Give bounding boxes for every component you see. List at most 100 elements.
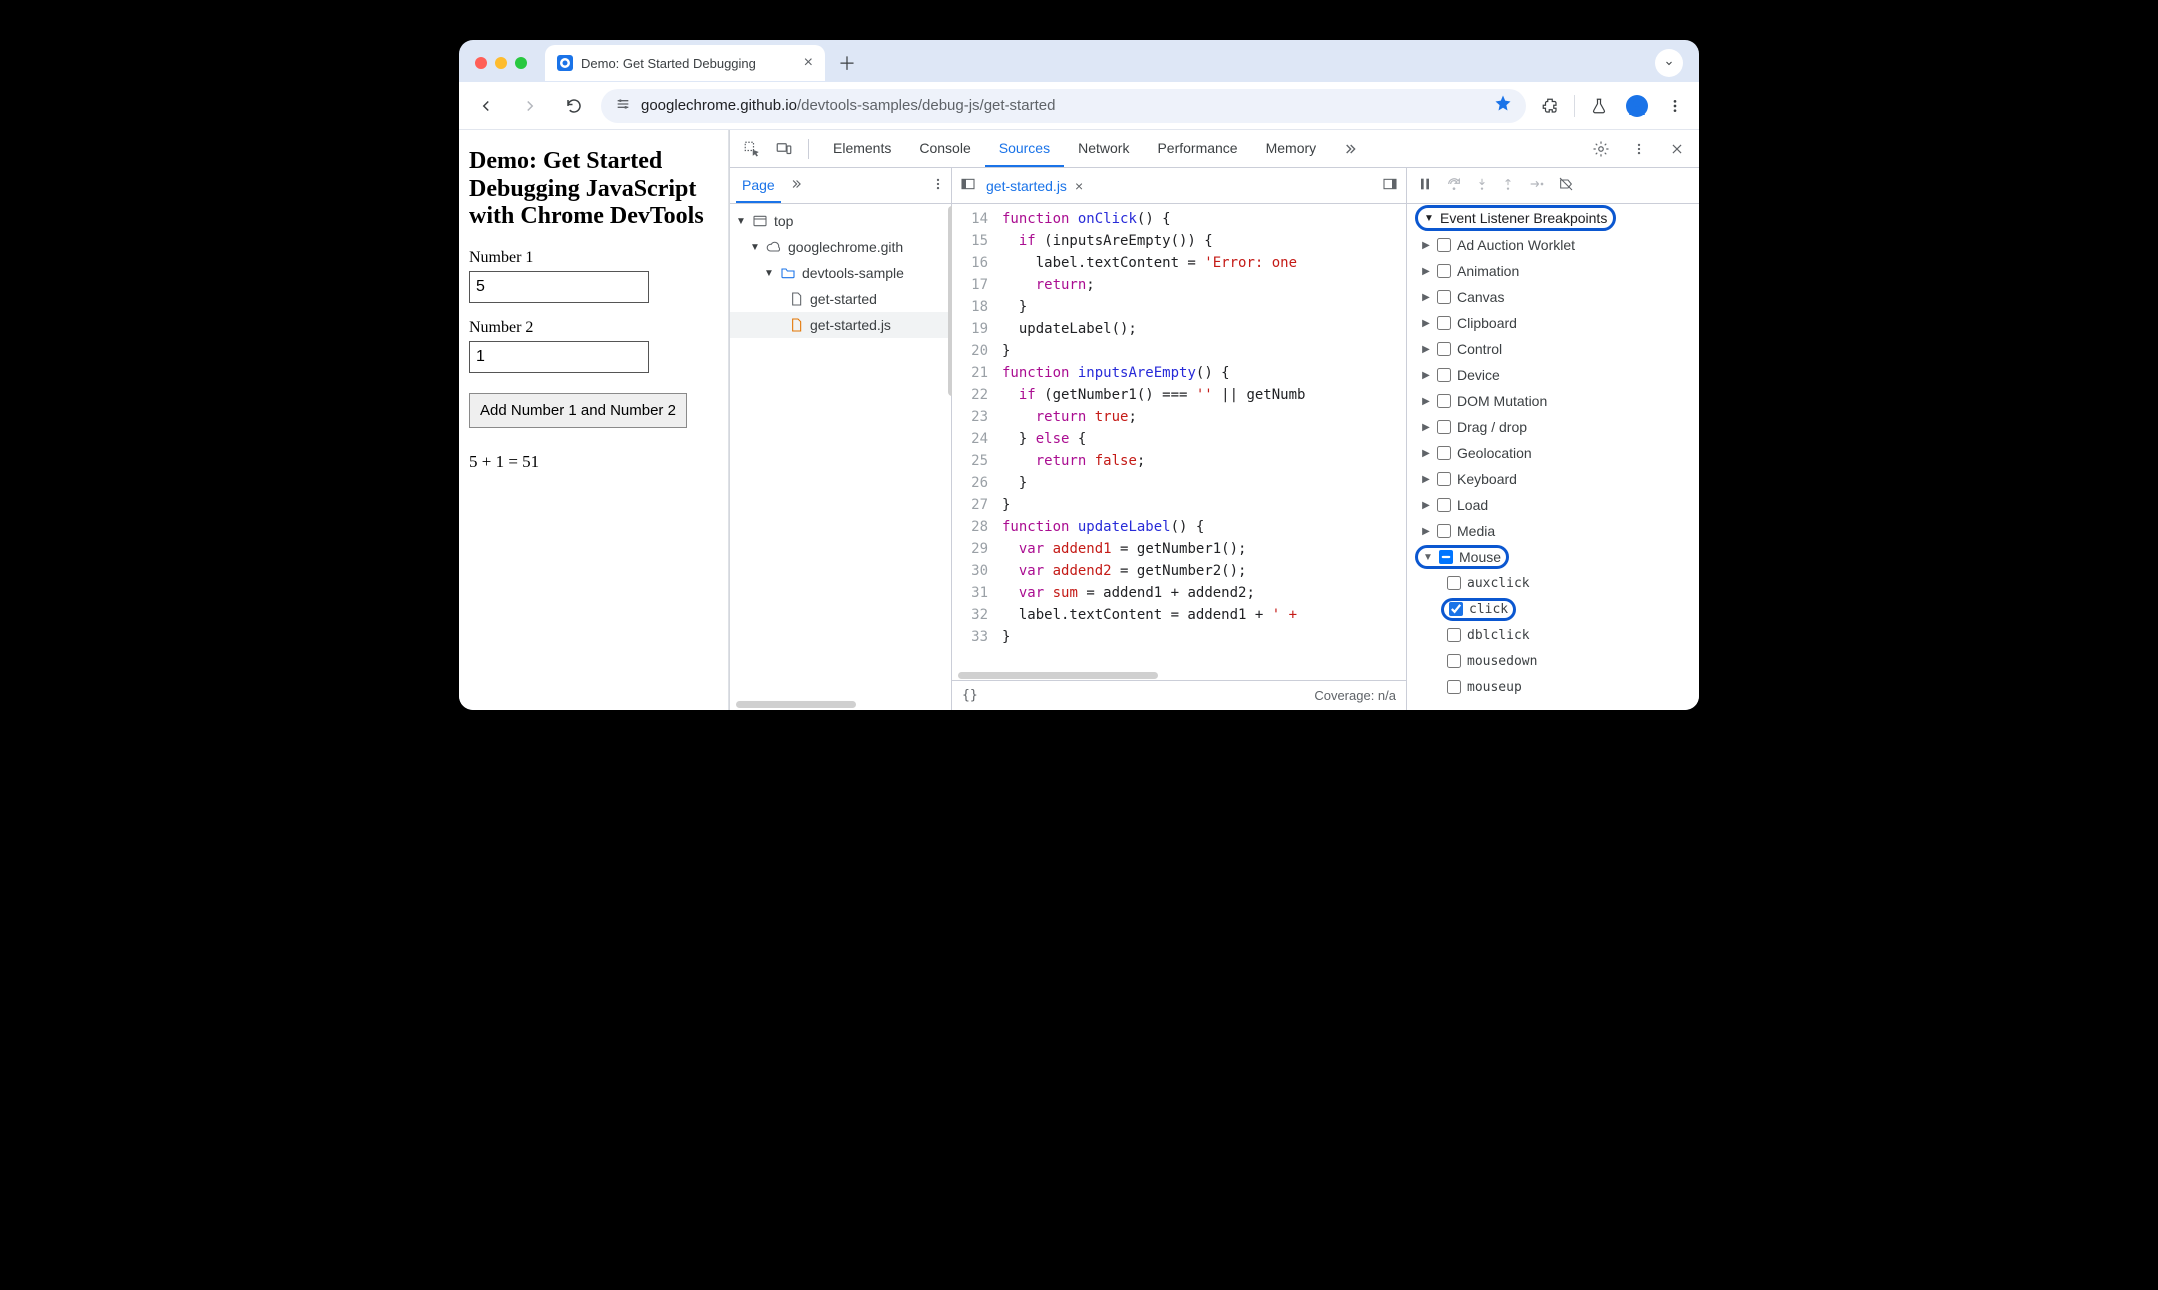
breakpoint-category[interactable]: ▶Drag / drop <box>1407 414 1699 440</box>
navigator-more-icon[interactable] <box>789 177 803 194</box>
step-out-icon[interactable] <box>1501 176 1515 196</box>
navigator-scrollbar[interactable] <box>730 700 951 710</box>
breakpoint-event[interactable]: mousedown <box>1407 648 1699 674</box>
deactivate-breakpoints-icon[interactable] <box>1557 176 1575 196</box>
breakpoint-category[interactable]: ▶Canvas <box>1407 284 1699 310</box>
category-checkbox[interactable] <box>1437 420 1451 434</box>
back-button[interactable] <box>469 89 503 123</box>
breakpoint-event[interactable]: auxclick <box>1407 570 1699 596</box>
tab-overflow-button[interactable] <box>1655 49 1683 77</box>
category-checkbox[interactable] <box>1437 394 1451 408</box>
event-listener-breakpoints-panel: ▼ Event Listener Breakpoints ▶Ad Auction… <box>1407 204 1699 710</box>
event-checkbox[interactable] <box>1447 654 1461 668</box>
step-into-icon[interactable] <box>1475 176 1489 196</box>
breakpoint-event[interactable]: click <box>1407 596 1699 622</box>
category-checkbox[interactable] <box>1437 368 1451 382</box>
device-mode-icon[interactable] <box>770 135 798 163</box>
breakpoint-category[interactable]: ▶Load <box>1407 492 1699 518</box>
event-checkbox[interactable] <box>1447 628 1461 642</box>
breakpoint-category[interactable]: ▶Geolocation <box>1407 440 1699 466</box>
devtools-tab-elements[interactable]: Elements <box>819 130 905 167</box>
event-listener-breakpoints-header[interactable]: ▼ Event Listener Breakpoints <box>1415 205 1616 231</box>
new-tab-button[interactable]: ＋ <box>833 49 861 77</box>
event-checkbox[interactable] <box>1447 680 1461 694</box>
kebab-menu-icon[interactable] <box>1661 92 1689 120</box>
navigator-menu-icon[interactable] <box>931 177 945 194</box>
profile-avatar[interactable] <box>1623 92 1651 120</box>
cloud-icon <box>766 239 782 255</box>
number2-input[interactable] <box>469 341 649 373</box>
browser-tab[interactable]: Demo: Get Started Debugging × <box>545 45 825 81</box>
category-checkbox[interactable] <box>1437 472 1451 486</box>
category-checkbox[interactable] <box>1437 446 1451 460</box>
category-checkbox[interactable] <box>1437 290 1451 304</box>
tree-origin[interactable]: ▼ googlechrome.gith <box>730 234 951 260</box>
devtools-close-icon[interactable] <box>1663 135 1691 163</box>
category-checkbox[interactable] <box>1439 550 1453 564</box>
category-checkbox[interactable] <box>1437 238 1451 252</box>
event-checkbox[interactable] <box>1449 602 1463 616</box>
breakpoint-category[interactable]: ▶Ad Auction Worklet <box>1407 232 1699 258</box>
toggle-debugger-icon[interactable] <box>1382 176 1398 195</box>
forward-button[interactable] <box>513 89 547 123</box>
coverage-status: Coverage: n/a <box>1314 688 1396 703</box>
category-checkbox[interactable] <box>1437 316 1451 330</box>
code-editor[interactable]: 1415161718192021222324252627282930313233… <box>952 204 1406 670</box>
breakpoint-event[interactable]: dblclick <box>1407 622 1699 648</box>
devtools-tab-console[interactable]: Console <box>905 130 984 167</box>
step-icon[interactable] <box>1527 176 1545 196</box>
breakpoint-event[interactable]: mouseup <box>1407 674 1699 700</box>
tree-file-html[interactable]: get-started <box>730 286 951 312</box>
tab-close-button[interactable]: × <box>804 55 813 71</box>
fullscreen-window-button[interactable] <box>515 57 527 69</box>
address-bar[interactable]: googlechrome.github.io/devtools-samples/… <box>601 89 1526 123</box>
event-checkbox[interactable] <box>1447 576 1461 590</box>
breakpoint-category[interactable]: ▶Keyboard <box>1407 466 1699 492</box>
devtools-tab-sources[interactable]: Sources <box>985 130 1064 167</box>
bookmark-star-icon[interactable] <box>1494 94 1512 117</box>
category-checkbox[interactable] <box>1437 264 1451 278</box>
close-window-button[interactable] <box>475 57 487 69</box>
pretty-print-icon[interactable]: {} <box>962 688 978 703</box>
minimize-window-button[interactable] <box>495 57 507 69</box>
breakpoint-category[interactable]: ▶Media <box>1407 518 1699 544</box>
site-settings-icon[interactable] <box>615 96 631 115</box>
editor-horizontal-scrollbar[interactable] <box>952 670 1406 680</box>
devtools-settings-icon[interactable] <box>1587 135 1615 163</box>
devtools-tab-network[interactable]: Network <box>1064 130 1143 167</box>
category-checkbox[interactable] <box>1437 524 1451 538</box>
more-tabs-icon[interactable] <box>1336 135 1364 163</box>
reload-button[interactable] <box>557 89 591 123</box>
category-checkbox[interactable] <box>1437 342 1451 356</box>
toggle-navigator-icon[interactable] <box>960 176 976 195</box>
labs-icon[interactable] <box>1585 92 1613 120</box>
pause-resume-icon[interactable] <box>1417 176 1433 196</box>
category-checkbox[interactable] <box>1437 498 1451 512</box>
number1-input[interactable] <box>469 271 649 303</box>
code-area[interactable]: function onClick() { if (inputsAreEmpty(… <box>996 204 1406 670</box>
extensions-icon[interactable] <box>1536 92 1564 120</box>
panel-header-row[interactable]: ▼ Event Listener Breakpoints <box>1407 204 1699 232</box>
rendered-page: Demo: Get Started Debugging JavaScript w… <box>459 130 729 710</box>
breakpoint-category[interactable]: ▶Clipboard <box>1407 310 1699 336</box>
breakpoint-category[interactable]: ▼Mouse <box>1407 544 1699 570</box>
breakpoint-category[interactable]: ▶DOM Mutation <box>1407 388 1699 414</box>
page-navigator-tab[interactable]: Page <box>736 168 781 203</box>
event-label: auxclick <box>1467 576 1530 591</box>
add-button[interactable]: Add Number 1 and Number 2 <box>469 393 687 428</box>
tree-folder[interactable]: ▼ devtools-sample <box>730 260 951 286</box>
step-over-icon[interactable] <box>1445 176 1463 196</box>
editor-tab-close-icon[interactable]: × <box>1075 178 1083 194</box>
breakpoint-category[interactable]: ▶Device <box>1407 362 1699 388</box>
category-label: Ad Auction Worklet <box>1457 237 1575 253</box>
browser-window: Demo: Get Started Debugging × ＋ googlech… <box>459 40 1699 710</box>
breakpoint-category[interactable]: ▶Control <box>1407 336 1699 362</box>
editor-file-tab[interactable]: get-started.js × <box>986 178 1083 194</box>
devtools-tab-performance[interactable]: Performance <box>1143 130 1251 167</box>
tree-file-js[interactable]: get-started.js <box>730 312 951 338</box>
breakpoint-category[interactable]: ▶Animation <box>1407 258 1699 284</box>
inspect-element-icon[interactable] <box>738 135 766 163</box>
tree-top[interactable]: ▼ top <box>730 208 951 234</box>
devtools-menu-icon[interactable] <box>1625 135 1653 163</box>
devtools-tab-memory[interactable]: Memory <box>1252 130 1331 167</box>
